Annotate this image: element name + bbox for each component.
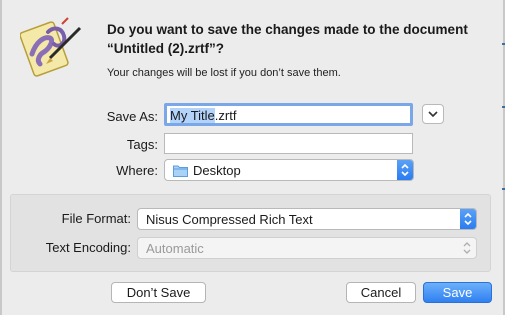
expand-browser-button[interactable]	[422, 104, 444, 124]
nisus-writer-pen-icon	[19, 14, 86, 80]
dialog-subtitle: Your changes will be lost if you don’t s…	[107, 67, 341, 79]
file-format-value: Nisus Compressed Rich Text	[146, 212, 313, 227]
where-value: Desktop	[193, 163, 241, 178]
save-button[interactable]: Save	[423, 282, 492, 303]
save-as-label: Save As:	[106, 109, 158, 124]
chevron-down-icon	[428, 111, 438, 118]
where-label: Where:	[116, 163, 158, 178]
window-edge-left	[0, 0, 2, 315]
updown-arrows-icon	[464, 212, 472, 226]
updown-arrows-icon	[463, 242, 471, 254]
updown-arrows-icon	[401, 163, 409, 177]
format-options-panel	[10, 194, 491, 272]
folder-icon	[173, 165, 188, 177]
file-format-popup[interactable]: Nisus Compressed Rich Text	[137, 208, 477, 230]
where-popup-stepper	[397, 160, 413, 180]
save-as-value: My Title.zrtf	[170, 108, 236, 123]
file-format-label: File Format:	[61, 211, 131, 226]
cancel-button[interactable]: Cancel	[346, 282, 416, 303]
text-encoding-popup: Automatic	[137, 237, 477, 259]
where-popup[interactable]: Desktop	[164, 159, 414, 181]
text-encoding-label: Text Encoding:	[45, 240, 131, 255]
tags-label: Tags:	[126, 137, 158, 152]
tags-field[interactable]	[164, 133, 413, 154]
file-format-stepper	[460, 209, 476, 229]
save-as-selected-text: My Title	[170, 108, 215, 123]
dialog-title: Do you want to save the changes made to …	[107, 22, 468, 56]
save-as-extension: .zrtf	[214, 108, 237, 123]
dont-save-button[interactable]: Don’t Save	[111, 282, 206, 303]
text-encoding-value: Automatic	[146, 241, 204, 256]
save-as-field[interactable]: My Title.zrtf	[164, 103, 413, 126]
